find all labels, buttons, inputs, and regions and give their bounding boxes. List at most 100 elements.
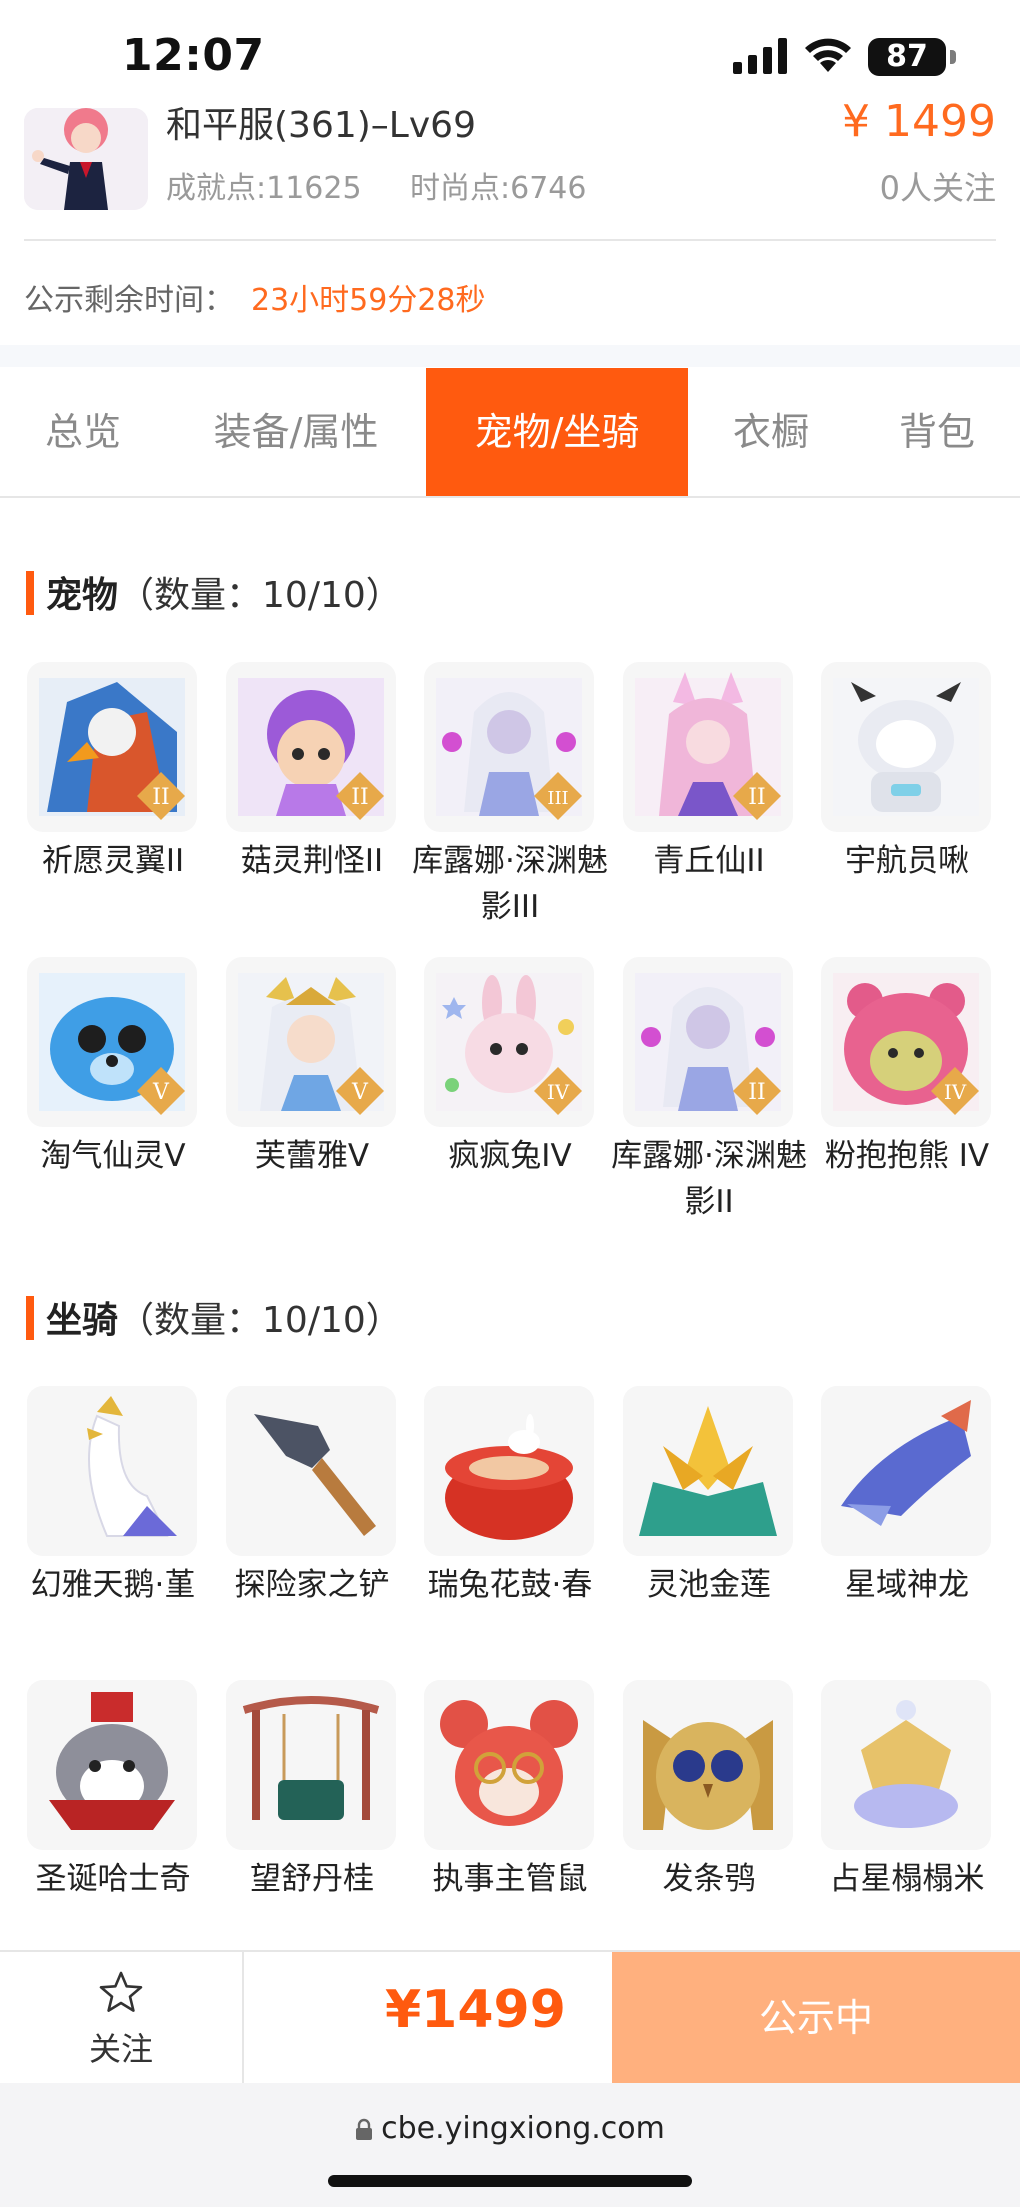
svg-text:II: II xyxy=(748,785,765,810)
divider xyxy=(24,239,996,241)
pet-item[interactable]: II 库露娜·深渊魅影II xyxy=(611,957,807,1225)
rank-badge-icon: IV xyxy=(534,1067,582,1115)
tab-wardrobe[interactable]: 衣橱 xyxy=(688,368,854,496)
battery-level: 87 xyxy=(886,39,928,74)
swan-mount-icon xyxy=(27,1386,197,1556)
mount-item[interactable]: 幻雅天鹅·堇 xyxy=(27,1386,199,1608)
star-outline-icon xyxy=(99,1971,143,2012)
cellular-signal-icon xyxy=(733,38,787,74)
url-display[interactable]: cbe.yingxiong.com xyxy=(0,2111,1020,2146)
mount-name: 探险家之铲 xyxy=(234,1567,390,1603)
mount-name: 幻雅天鹅·堇 xyxy=(30,1567,196,1603)
mounts-count: （数量：10/10） xyxy=(118,1300,402,1341)
follow-button[interactable]: 关注 xyxy=(0,1952,244,2084)
mount-item[interactable]: 灵池金莲 xyxy=(623,1386,795,1608)
mount-name: 执事主管鼠 xyxy=(432,1861,588,1897)
tab-equipment[interactable]: 装备/属性 xyxy=(166,368,426,496)
notice-remaining-time: 23小时59分28秒 xyxy=(251,283,486,318)
character-avatar-icon xyxy=(24,108,148,210)
svg-text:II: II xyxy=(351,785,368,810)
pet-name: 青丘仙II xyxy=(653,843,765,879)
star-dragon-mount-icon xyxy=(821,1386,991,1556)
url-text: cbe.yingxiong.com xyxy=(381,2111,665,2146)
rank-badge-icon: V xyxy=(137,1067,185,1115)
mount-item[interactable]: 瑞兔花鼓·春 xyxy=(424,1386,596,1608)
pet-item[interactable]: II 菇灵荆怪II xyxy=(226,662,398,884)
lock-icon xyxy=(356,2118,373,2140)
section-gap xyxy=(0,345,1020,367)
tab-pets-mounts[interactable]: 宠物/坐骑 xyxy=(426,368,688,496)
mount-item[interactable]: 探险家之铲 xyxy=(226,1386,398,1608)
battery-icon: 87 xyxy=(868,38,946,76)
svg-text:V: V xyxy=(152,1080,170,1105)
rank-badge-icon: II xyxy=(733,1067,781,1115)
achievement-points: 成就点:11625 xyxy=(166,171,362,206)
mount-item[interactable]: 星域神龙 xyxy=(821,1386,993,1608)
tab-backpack[interactable]: 背包 xyxy=(854,368,1020,496)
svg-text:IV: IV xyxy=(944,1080,967,1104)
butler-mouse-mount-icon xyxy=(424,1680,594,1850)
pet-name: 祈愿灵翼II xyxy=(41,843,185,879)
header-price: ¥ 1499 xyxy=(842,96,996,147)
christmas-husky-mount-icon xyxy=(27,1680,197,1850)
pets-title: 宠物 xyxy=(46,575,119,616)
character-avatar[interactable] xyxy=(24,108,148,210)
battery-cap xyxy=(950,50,956,64)
fashion-points: 时尚点:6746 xyxy=(410,171,587,206)
mount-name: 瑞兔花鼓·春 xyxy=(427,1567,593,1603)
svg-text:V: V xyxy=(351,1080,369,1105)
mount-item[interactable]: 占星榻榻米 xyxy=(821,1680,993,1902)
golden-lotus-mount-icon xyxy=(623,1386,793,1556)
pet-name: 淘气仙灵V xyxy=(40,1138,186,1174)
public-notice-button[interactable]: 公示中 xyxy=(612,1952,1020,2084)
pets-count: （数量：10/10） xyxy=(118,575,402,616)
rank-badge-icon: II xyxy=(733,772,781,820)
clockwork-owl-mount-icon xyxy=(623,1680,793,1850)
mount-name: 圣诞哈士奇 xyxy=(35,1861,191,1897)
mount-item[interactable]: 执事主管鼠 xyxy=(424,1680,596,1902)
follower-count: 0人关注 xyxy=(879,169,996,207)
pet-name: 库露娜·深渊魅影II xyxy=(611,1138,807,1220)
mount-item[interactable]: 圣诞哈士奇 xyxy=(27,1680,199,1902)
rank-badge-icon: IV xyxy=(931,1067,979,1115)
osmanthus-swing-mount-icon xyxy=(226,1680,396,1850)
mount-name: 望舒丹桂 xyxy=(250,1861,374,1897)
pet-name: 粉抱抱熊 IV xyxy=(824,1138,990,1174)
svg-text:IV: IV xyxy=(547,1080,570,1104)
notice-remaining-label: 公示剩余时间： xyxy=(24,283,234,318)
pet-item[interactable]: II 祈愿灵翼II xyxy=(27,662,199,884)
svg-text:II: II xyxy=(152,785,169,810)
pet-item[interactable]: V 芙蕾雅V xyxy=(226,957,398,1179)
category-tabs: 总览 装备/属性 宠物/坐骑 衣橱 背包 xyxy=(0,368,1020,498)
pets-section-title: 宠物（数量：10/10） xyxy=(46,566,402,618)
mount-item[interactable]: 望舒丹桂 xyxy=(226,1680,398,1902)
pet-item[interactable]: IV 粉抱抱熊 IV xyxy=(821,957,993,1179)
mount-item[interactable]: 发条鸮 xyxy=(623,1680,795,1902)
pet-name: 芙蕾雅V xyxy=(254,1138,370,1174)
section-marker xyxy=(26,1296,34,1340)
pet-name: 菇灵荆怪II xyxy=(240,843,384,879)
follow-label: 关注 xyxy=(88,2030,153,2068)
pet-item[interactable]: 宇航员啾 xyxy=(821,662,993,884)
pet-item[interactable]: IV 疯疯兔IV xyxy=(424,957,596,1179)
mount-name: 灵池金莲 xyxy=(647,1567,771,1603)
tab-overview[interactable]: 总览 xyxy=(0,368,166,496)
shovel-mount-icon xyxy=(226,1386,396,1556)
mount-name: 占星榻榻米 xyxy=(829,1861,985,1897)
mount-name: 发条鸮 xyxy=(662,1861,756,1897)
home-indicator[interactable] xyxy=(328,2175,692,2187)
astrology-tatami-mount-icon xyxy=(821,1680,991,1850)
browser-url-bar[interactable]: cbe.yingxiong.com xyxy=(0,2083,1020,2207)
pet-name: 宇航员啾 xyxy=(845,843,969,879)
pet-item[interactable]: V 淘气仙灵V xyxy=(27,957,199,1179)
pet-item[interactable]: III 库露娜·深渊魅影III xyxy=(412,662,608,930)
rabbit-drum-mount-icon xyxy=(424,1386,594,1556)
server-level-title: 和平服(361)–Lv69 xyxy=(166,105,476,146)
rank-badge-icon: II xyxy=(336,772,384,820)
pet-name: 库露娜·深渊魅影III xyxy=(412,843,608,925)
pet-item[interactable]: II 青丘仙II xyxy=(623,662,795,884)
bottom-price: ¥1499 xyxy=(385,1980,566,2040)
rank-badge-icon: V xyxy=(336,1067,384,1115)
section-marker xyxy=(26,571,34,615)
astronaut-cow-pet-icon xyxy=(833,678,979,816)
